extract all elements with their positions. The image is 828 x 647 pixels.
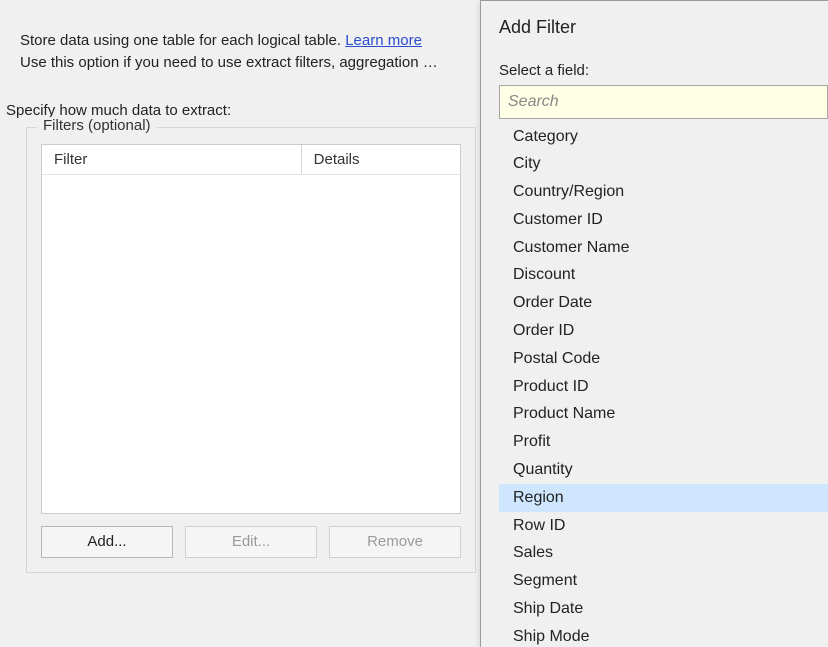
table-header-row: Filter Details [42,145,460,175]
learn-more-link[interactable]: Learn more [345,32,422,49]
field-item[interactable]: Row ID [499,512,828,540]
field-item[interactable]: Customer Name [499,234,828,262]
popup-title: Add Filter [499,17,828,38]
edit-button: Edit... [185,526,317,558]
field-item[interactable]: Category [499,123,828,151]
field-item[interactable]: Product Name [499,401,828,429]
field-item[interactable]: Ship Date [499,596,828,624]
filters-legend: Filters (optional) [37,117,157,134]
field-item[interactable]: City [499,151,828,179]
field-item[interactable]: Region [499,484,828,512]
field-item[interactable]: Order ID [499,318,828,346]
col-header-filter[interactable]: Filter [42,145,301,175]
select-field-label: Select a field: [499,62,828,79]
field-item[interactable]: Ship Mode [499,623,828,647]
add-button[interactable]: Add... [41,526,173,558]
field-item[interactable]: Country/Region [499,179,828,207]
field-item[interactable]: Sales [499,540,828,568]
field-item[interactable]: Profit [499,429,828,457]
field-item[interactable]: Segment [499,568,828,596]
field-item[interactable]: Product ID [499,373,828,401]
field-item[interactable]: Customer ID [499,206,828,234]
search-input[interactable] [508,93,819,111]
description-line2: Use this option if you need to use extra… [20,54,438,71]
search-field-wrap[interactable] [499,85,828,119]
remove-button: Remove [329,526,461,558]
field-item[interactable]: Postal Code [499,345,828,373]
filter-buttons-row: Add... Edit... Remove [41,526,461,558]
field-list[interactable]: CategoryCityCountry/RegionCustomer IDCus… [499,123,828,647]
field-item[interactable]: Order Date [499,290,828,318]
field-item[interactable]: Discount [499,262,828,290]
add-filter-popup: Add Filter Select a field: CategoryCityC… [480,0,828,647]
description-line1-prefix: Store data using one table for each logi… [20,32,345,49]
filters-table: Filter Details [41,144,461,514]
field-item[interactable]: Quantity [499,457,828,485]
filters-group: Filters (optional) Filter Details Add...… [26,127,476,573]
col-header-details[interactable]: Details [301,145,460,175]
